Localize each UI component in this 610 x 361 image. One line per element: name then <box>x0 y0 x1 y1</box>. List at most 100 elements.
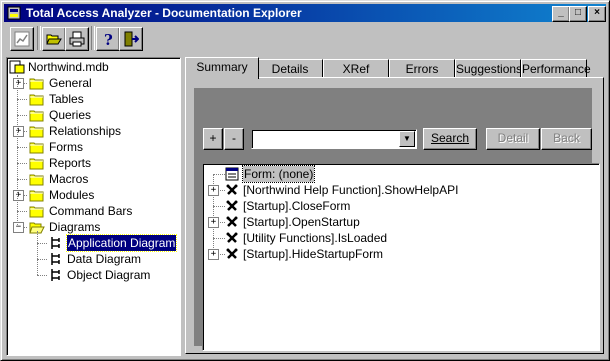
list-item-label: [Startup].CloseForm <box>243 199 351 213</box>
function-icon <box>226 232 238 243</box>
tree-item-label: Relationships <box>49 124 122 138</box>
tree-item[interactable]: Forms <box>7 139 177 155</box>
tab-details[interactable]: Details <box>257 59 323 78</box>
tree-connector <box>37 243 47 244</box>
tree-expander[interactable]: + <box>13 126 24 137</box>
tree-expander[interactable]: + <box>13 190 24 201</box>
list-item-label: [Startup].HideStartupForm <box>243 247 384 261</box>
list-item[interactable]: Form: (none) <box>203 165 597 183</box>
list-item[interactable]: [Utility Functions].IsLoaded <box>203 230 597 246</box>
list-expander[interactable]: + <box>208 217 219 228</box>
folder-icon <box>29 126 44 138</box>
summary-list[interactable]: Form: (none) + [Northwind Help Function].S… <box>202 163 600 351</box>
tree-connector <box>17 99 27 100</box>
minimize-button[interactable]: _ <box>552 6 570 22</box>
tree-item[interactable]: + Modules <box>7 187 177 203</box>
detail-button[interactable]: Detail <box>486 128 540 150</box>
exit-icon <box>124 31 139 47</box>
folder-icon <box>29 158 44 170</box>
folder-icon <box>29 190 44 202</box>
tree-item[interactable]: + Relationships <box>7 123 177 139</box>
tree-connector <box>17 75 18 227</box>
toolbar: ? <box>4 24 606 54</box>
search-button-label: Search <box>430 131 470 145</box>
list-expander[interactable]: + <box>208 185 219 196</box>
search-combo[interactable]: ▼ <box>251 129 417 149</box>
close-button[interactable]: × <box>588 6 606 22</box>
function-icon <box>226 200 238 211</box>
list-item[interactable]: + [Startup].OpenStartup <box>203 214 597 230</box>
tree-connector <box>17 179 27 180</box>
function-icon <box>226 248 238 259</box>
tab-performance[interactable]: Performance <box>521 59 591 78</box>
list-item-label: [Northwind Help Function].ShowHelpAPI <box>243 183 459 197</box>
tree-expander[interactable]: + <box>13 78 24 89</box>
summary-inner: + - ▼ Search Detail Back Form: (none) + [N… <box>194 88 600 351</box>
toolbar-separator <box>37 26 41 50</box>
maximize-button[interactable]: □ <box>569 6 587 22</box>
tree-connector <box>17 115 27 116</box>
open-folder-icon <box>46 34 62 45</box>
search-button[interactable]: Search <box>423 128 477 150</box>
tab-xref[interactable]: XRef <box>323 59 389 78</box>
tree-connector <box>37 231 38 275</box>
print-button[interactable] <box>65 27 89 51</box>
tree-connector <box>37 275 47 276</box>
tree-root-label: Northwind.mdb <box>28 60 109 74</box>
folder-icon <box>29 174 44 186</box>
expand-all-button[interactable]: + <box>203 128 223 150</box>
print-icon <box>69 31 85 47</box>
app-icon <box>7 6 21 20</box>
tree-subitem-label: Object Diagram <box>67 268 151 282</box>
collapse-all-button[interactable]: - <box>224 128 244 150</box>
tree-connector <box>17 211 27 212</box>
form-icon <box>225 167 239 181</box>
tree-item[interactable]: − Diagrams <box>7 219 177 235</box>
back-button[interactable]: Back <box>541 128 592 150</box>
list-item-label: Form: (none) <box>241 165 316 183</box>
tree-item-label: Tables <box>49 92 84 106</box>
tree-expander[interactable]: − <box>13 222 24 233</box>
list-item[interactable]: [Startup].CloseForm <box>203 198 597 214</box>
help-button[interactable]: ? <box>96 27 120 51</box>
tab-errors[interactable]: Errors <box>389 59 455 78</box>
database-icon <box>9 60 25 74</box>
toolbar-separator <box>91 26 95 50</box>
tree-item-label: Reports <box>49 156 92 170</box>
tree-subitem-label: Data Diagram <box>67 252 142 266</box>
window-title: Total Access Analyzer - Documentation Ex… <box>26 6 302 20</box>
tree-item[interactable]: Reports <box>7 155 177 171</box>
function-icon <box>226 184 238 195</box>
list-item-label: [Utility Functions].IsLoaded <box>243 231 388 245</box>
list-item-label: [Startup].OpenStartup <box>243 215 360 229</box>
list-connector <box>213 206 225 207</box>
title-bar[interactable]: Total Access Analyzer - Documentation Ex… <box>4 4 606 22</box>
tree-item-label: Forms <box>49 140 83 154</box>
tab-suggestions[interactable]: Suggestions <box>455 59 522 78</box>
tree-item-label: Modules <box>49 188 95 202</box>
tree-item[interactable]: Tables <box>7 91 177 107</box>
tree-item[interactable]: Macros <box>7 171 177 187</box>
tree-subitem[interactable]: Data Diagram <box>7 251 177 267</box>
object-tree[interactable]: Northwind.mdb + General Tables Queries + Rela… <box>6 57 181 356</box>
list-item[interactable]: + [Startup].HideStartupForm <box>203 246 597 262</box>
tree-subitem[interactable]: Object Diagram <box>7 267 177 283</box>
combo-dropdown-button[interactable]: ▼ <box>399 131 415 147</box>
tab-summary[interactable]: Summary <box>185 57 259 79</box>
open-button[interactable] <box>42 27 66 51</box>
tree-item-label: Queries <box>49 108 92 122</box>
help-icon: ? <box>104 31 113 47</box>
tree-item-label: General <box>49 76 92 90</box>
tree-item-label: Macros <box>49 172 89 186</box>
exit-button[interactable] <box>119 27 143 51</box>
tree-item[interactable]: + General <box>7 75 177 91</box>
svg-text:?: ? <box>104 31 113 47</box>
tree-subitem[interactable]: Application Diagram <box>7 234 178 252</box>
list-expander[interactable]: + <box>208 249 219 260</box>
tree-item-label: Diagrams <box>49 220 101 234</box>
tree-item[interactable]: Command Bars <box>7 203 177 219</box>
tree-connector <box>17 147 27 148</box>
chart-button[interactable] <box>10 27 34 51</box>
list-item[interactable]: + [Northwind Help Function].ShowHelpAPI <box>203 182 597 198</box>
tree-item[interactable]: Queries <box>7 107 177 123</box>
